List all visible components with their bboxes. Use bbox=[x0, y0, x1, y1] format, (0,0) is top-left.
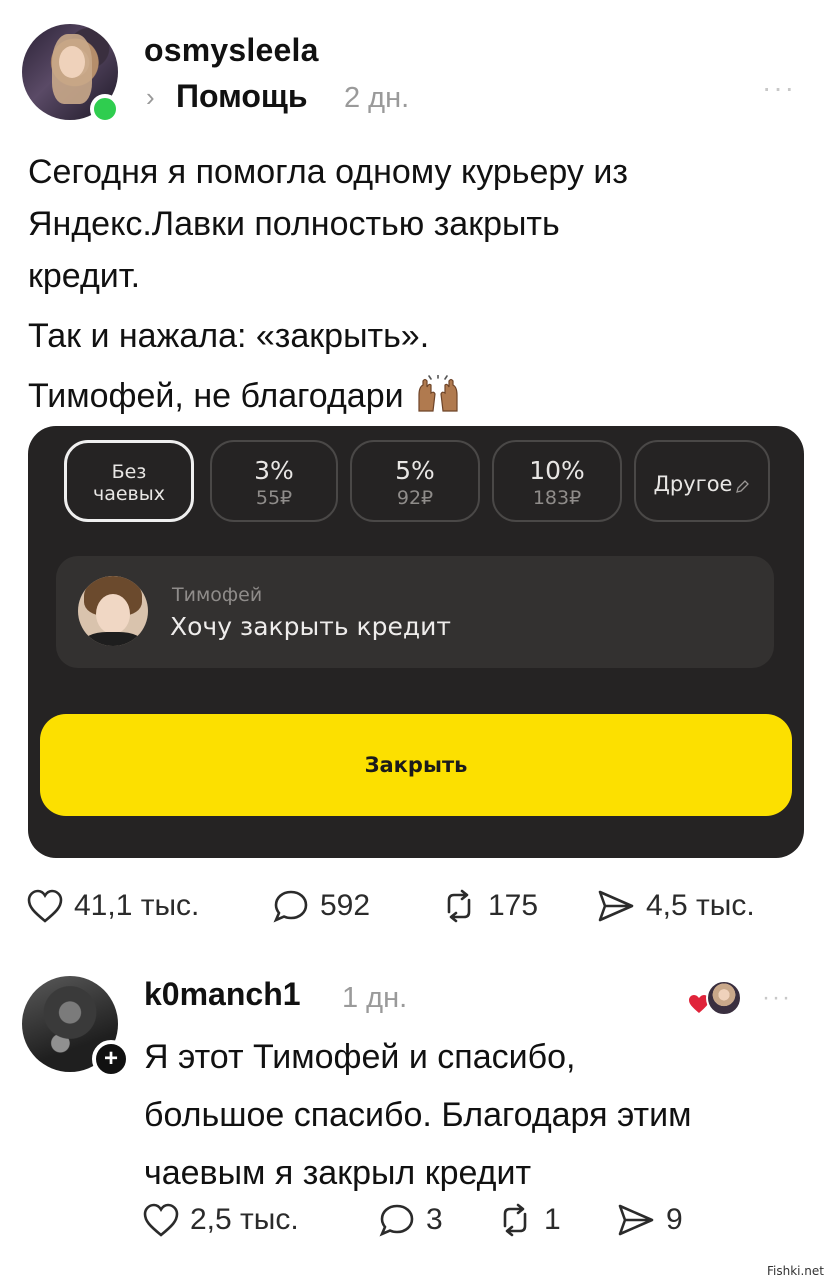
reply-share-button[interactable]: 9 bbox=[616, 1202, 683, 1238]
comment-bubble-icon bbox=[273, 890, 308, 923]
liker-avatar bbox=[706, 980, 742, 1016]
tip-option-amount: 55₽ bbox=[255, 487, 293, 509]
heart-icon bbox=[143, 1203, 179, 1237]
tip-option-3-percent[interactable]: 3% 55₽ bbox=[210, 440, 338, 522]
send-icon bbox=[598, 890, 634, 922]
tip-option-amount: 183₽ bbox=[532, 487, 582, 509]
share-count: 4,5 тыс. bbox=[646, 889, 755, 922]
tip-message-box: Тимофей Хочу закрыть кредит bbox=[56, 556, 774, 668]
tip-option-amount: 92₽ bbox=[396, 487, 434, 509]
tip-option-10-percent[interactable]: 10% 183₽ bbox=[492, 440, 622, 522]
comment-bubble-icon bbox=[379, 1204, 414, 1237]
repost-count: 175 bbox=[488, 889, 539, 922]
post-text-line: Тимофей, не благодари bbox=[28, 377, 404, 415]
reply-author-username[interactable]: k0manch1 bbox=[144, 976, 301, 1013]
reply-text-line: чаевым я закрыл кредит bbox=[144, 1154, 532, 1192]
tip-option-5-percent[interactable]: 5% 92₽ bbox=[350, 440, 480, 522]
raising-hands-emoji-icon bbox=[418, 375, 458, 412]
repost-icon bbox=[447, 889, 471, 923]
reply-text-line: Я этот Тимофей и спасибо, bbox=[144, 1038, 576, 1076]
post-text-line: кредит. bbox=[28, 257, 141, 295]
like-button[interactable]: 41,1 тыс. bbox=[26, 888, 199, 924]
tip-option-other[interactable]: Другое bbox=[634, 440, 770, 522]
post-text-line: Сегодня я помогла одному курьеру из bbox=[28, 153, 628, 191]
tip-option-sublabel: чаевых bbox=[92, 483, 165, 505]
reply-comment-button[interactable]: 3 bbox=[378, 1202, 443, 1238]
reply-text-line: большое спасибо. Благодаря этим bbox=[144, 1096, 692, 1134]
community-name[interactable]: Помощь bbox=[176, 78, 308, 115]
online-status-indicator bbox=[90, 94, 120, 124]
message-author: Тимофей bbox=[172, 584, 263, 606]
like-count: 41,1 тыс. bbox=[74, 889, 200, 922]
tip-option-label: 10% bbox=[529, 456, 585, 485]
reply-body: Я этот Тимофей и спасибо, большое спасиб… bbox=[144, 1028, 804, 1202]
tip-option-none[interactable]: Без чаевых bbox=[64, 440, 194, 522]
message-text: Хочу закрыть кредит bbox=[170, 612, 451, 641]
post-text-line-with-emoji: Тимофей, не благодари bbox=[28, 370, 798, 422]
pencil-icon bbox=[736, 480, 750, 493]
chevron-right-icon: › bbox=[146, 82, 155, 112]
send-icon bbox=[618, 1204, 654, 1236]
close-button[interactable]: Закрыть bbox=[40, 714, 792, 816]
watermark: Fishki.net bbox=[766, 1264, 824, 1278]
repost-icon bbox=[503, 1203, 527, 1237]
reply-like-button[interactable]: 2,5 тыс. bbox=[142, 1202, 299, 1238]
more-options-icon[interactable]: ··· bbox=[762, 72, 796, 104]
heart-icon bbox=[27, 889, 63, 923]
courier-avatar bbox=[78, 576, 148, 646]
reply-like-count: 2,5 тыс. bbox=[190, 1203, 299, 1236]
post-body: Сегодня я помогла одному курьеру из Янде… bbox=[28, 146, 798, 422]
author-username[interactable]: osmysleela bbox=[144, 32, 319, 69]
tip-option-label: 3% bbox=[254, 456, 294, 485]
reply-more-options-icon[interactable]: ··· bbox=[762, 984, 792, 1012]
reply-repost-count: 1 bbox=[544, 1203, 561, 1236]
share-button[interactable]: 4,5 тыс. bbox=[596, 888, 755, 924]
tip-option-label: 5% bbox=[395, 456, 435, 485]
comment-button[interactable]: 592 bbox=[272, 888, 370, 924]
comment-count: 592 bbox=[320, 889, 371, 922]
follow-plus-icon[interactable]: + bbox=[92, 1040, 130, 1078]
reply-repost-button[interactable]: 1 bbox=[496, 1202, 561, 1238]
reply-timestamp: 1 дн. bbox=[342, 982, 408, 1014]
post-timestamp: 2 дн. bbox=[344, 82, 410, 114]
repost-button[interactable]: 175 bbox=[440, 888, 538, 924]
tip-card-screenshot: Без чаевых 3% 55₽ 5% 92₽ 10% 183₽ Другое… bbox=[28, 426, 804, 858]
post-text-line: Так и нажала: «закрыть». bbox=[28, 317, 430, 355]
post-text-line: Яндекс.Лавки полностью закрыть bbox=[28, 205, 560, 243]
tip-option-label: Без bbox=[111, 461, 147, 483]
reply-share-count: 9 bbox=[666, 1203, 683, 1236]
reply-comment-count: 3 bbox=[426, 1203, 443, 1236]
tip-option-label: Другое bbox=[636, 472, 768, 496]
